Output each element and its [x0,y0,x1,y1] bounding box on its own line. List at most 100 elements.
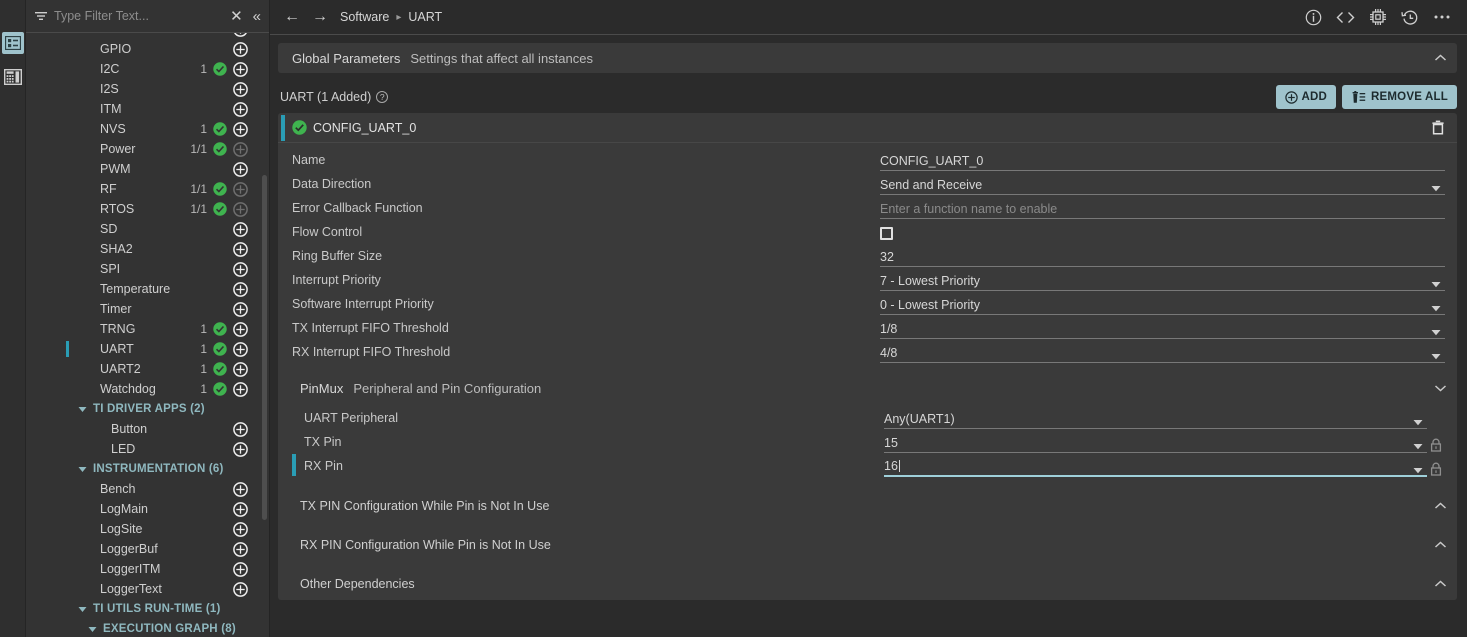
add-instance-icon[interactable] [232,321,249,337]
triangle-down-icon[interactable] [78,606,87,613]
chevron-up-icon[interactable] [1434,579,1447,588]
collapsed-panel-rx-pin-configuration-while-pin-is-not-in-use[interactable]: RX PIN Configuration While Pin is Not In… [286,528,1457,561]
code-icon[interactable] [1336,10,1355,25]
select-value-software-interrupt-priority[interactable]: 0 - Lowest Priority [880,298,1445,315]
tree-item-sd[interactable]: SD [26,219,269,239]
triangle-down-icon[interactable] [88,626,97,633]
breadcrumb-item-uart[interactable]: UART [408,10,442,24]
tree-item-gpio[interactable]: GPIO [26,39,269,59]
breadcrumb-item-software[interactable]: Software [340,10,389,24]
more-options-icon[interactable] [1433,14,1451,20]
collapsed-panel-tx-pin-configuration-while-pin-is-not-in-use[interactable]: TX PIN Configuration While Pin is Not In… [286,489,1457,522]
tree-item-button[interactable]: Button [26,419,269,439]
back-icon[interactable]: ← [284,8,300,26]
chevron-down-icon[interactable] [1431,305,1441,312]
pinmux-header[interactable]: PinMux Peripheral and Pin Configuration [286,373,1457,403]
add-instance-icon[interactable] [232,221,249,237]
tree-item-led[interactable]: LED [26,439,269,459]
tree-item-loggeritm[interactable]: LoggerITM [26,559,269,579]
tree-item-uart[interactable]: UART 1 [26,339,269,359]
help-icon[interactable]: ? [376,91,389,103]
add-instance-icon[interactable] [232,441,249,457]
chip-icon[interactable] [1369,8,1387,26]
chevron-up-icon[interactable] [1434,540,1447,549]
add-instance-icon[interactable] [232,41,249,57]
collapsed-panel-other-dependencies[interactable]: Other Dependencies [286,567,1457,600]
tree-item-power[interactable]: Power 1/1 [26,139,269,159]
info-icon[interactable] [1305,9,1322,26]
software-view-icon[interactable] [1,32,24,54]
add-instance-icon[interactable] [232,161,249,177]
add-instance-icon[interactable] [232,121,249,137]
add-instance-icon[interactable] [232,521,249,537]
tree-group-ti-driver-apps-2[interactable]: TI DRIVER APPS (2) [26,399,269,419]
filter-icon[interactable] [34,10,48,22]
add-instance-icon[interactable] [232,361,249,377]
add-instance-icon[interactable] [232,561,249,577]
tree-item-loggerbuf[interactable]: LoggerBuf [26,539,269,559]
tree-group-ti-utils-run-time-1[interactable]: TI UTILS RUN-TIME (1) [26,599,269,619]
add-instance-icon[interactable] [232,81,249,97]
chevron-down-icon[interactable] [1431,353,1441,360]
instance-header[interactable]: CONFIG_UART_0 [278,113,1457,143]
tree-item-pwm[interactable]: PWM [26,159,269,179]
triangle-down-icon[interactable] [78,406,87,413]
chevron-down-icon[interactable] [1413,467,1423,474]
add-instance-icon[interactable] [232,33,249,37]
tree-item-bench[interactable]: Bench [26,479,269,499]
add-instance-icon[interactable] [232,301,249,317]
add-instance-icon[interactable] [232,181,249,197]
clear-filter-icon[interactable]: ✕ [230,7,243,25]
input-ring-buffer-size[interactable]: 32 [880,250,1445,267]
select-value-tx-interrupt-fifo-threshold[interactable]: 1/8 [880,322,1445,339]
sidebar-scrollbar[interactable] [262,175,267,520]
add-instance-icon[interactable] [232,541,249,557]
tree-item-rf[interactable]: RF 1/1 [26,179,269,199]
forward-icon[interactable]: → [312,8,328,26]
add-instance-icon[interactable] [232,381,249,397]
add-instance-icon[interactable] [232,261,249,277]
tree-item-sha2[interactable]: SHA2 [26,239,269,259]
add-instance-icon[interactable] [232,581,249,597]
select-value-rx-pin[interactable]: 16 [884,459,1427,477]
tree-item-trng[interactable]: TRNG 1 [26,319,269,339]
input-name[interactable]: CONFIG_UART_0 [880,154,1445,171]
hardware-view-icon[interactable] [2,66,24,88]
tree-item-uart2[interactable]: UART2 1 [26,359,269,379]
history-icon[interactable] [1401,9,1419,26]
add-instance-icon[interactable] [232,201,249,217]
add-instance-icon[interactable] [232,501,249,517]
tree-group-execution-graph-8[interactable]: EXECUTION GRAPH (8) [26,619,269,637]
chevron-down-icon[interactable] [1431,329,1441,336]
select-value-interrupt-priority[interactable]: 7 - Lowest Priority [880,274,1445,291]
add-instance-icon[interactable] [232,281,249,297]
tree-item-nvs[interactable]: NVS 1 [26,119,269,139]
tree-item-logmain[interactable]: LogMain [26,499,269,519]
chevron-down-icon[interactable] [1413,419,1423,426]
checkbox-flow-control[interactable] [880,227,893,240]
tree-item-temperature[interactable]: Temperature [26,279,269,299]
add-instance-icon[interactable] [232,421,249,437]
chevron-down-icon[interactable] [1413,443,1423,450]
global-parameters-header[interactable]: Global Parameters Settings that affect a… [278,43,1457,73]
add-instance-icon[interactable] [232,241,249,257]
tree-item-watchdog[interactable]: Watchdog 1 [26,379,269,399]
add-instance-icon[interactable] [232,101,249,117]
chevron-up-icon[interactable] [1434,54,1447,62]
chevron-up-icon[interactable] [1434,501,1447,510]
select-value-uart-peripheral[interactable]: Any(UART1) [884,412,1427,429]
tree-item-i2c[interactable]: I2C 1 [26,59,269,79]
add-instance-icon[interactable] [232,61,249,77]
select-value-data-direction[interactable]: Send and Receive [880,178,1445,195]
chevron-down-icon[interactable] [1431,281,1441,288]
remove-all-button[interactable]: REMOVE ALL [1342,85,1457,109]
triangle-down-icon[interactable] [78,466,87,473]
delete-instance-icon[interactable] [1431,120,1445,135]
tree-item-spi[interactable]: SPI [26,259,269,279]
collapse-sidebar-icon[interactable]: « [253,8,261,25]
add-instance-icon[interactable] [232,141,249,157]
tree-group-instrumentation-6[interactable]: INSTRUMENTATION (6) [26,459,269,479]
select-value-tx-pin[interactable]: 15 [884,436,1427,453]
tree-item-logsite[interactable]: LogSite [26,519,269,539]
input-error-callback-function[interactable]: Enter a function name to enable [880,202,1445,219]
